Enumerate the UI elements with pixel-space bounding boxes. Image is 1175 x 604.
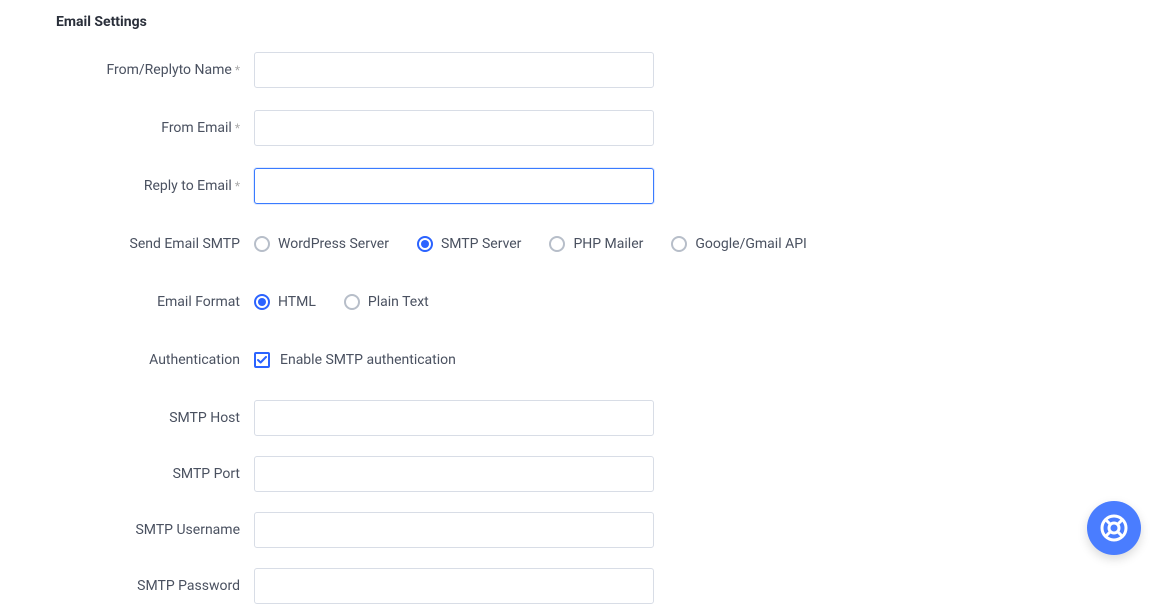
label-send-smtp: Send Email SMTP [56, 236, 254, 252]
row-smtp-port: SMTP Port [56, 456, 1175, 492]
label-email-format: Email Format [56, 294, 254, 310]
checkbox-enable-smtp-auth[interactable]: Enable SMTP authentication [254, 352, 456, 368]
input-smtp-host[interactable] [254, 400, 654, 436]
input-from-email[interactable] [254, 110, 654, 146]
row-smtp-password: SMTP Password [56, 568, 1175, 604]
label-authentication: Authentication [56, 352, 254, 368]
input-smtp-port[interactable] [254, 456, 654, 492]
row-authentication: Authentication Enable SMTP authenticatio… [56, 342, 1175, 378]
label-smtp-host: SMTP Host [56, 410, 254, 426]
row-reply-email: Reply to Email* [56, 168, 1175, 204]
row-from-name: From/Replyto Name* [56, 52, 1175, 88]
row-send-smtp: Send Email SMTP WordPress Server SMTP Se… [56, 226, 1175, 262]
radio-wordpress-server[interactable]: WordPress Server [254, 236, 389, 252]
section-title: Email Settings [56, 14, 1175, 30]
radio-google-gmail-api[interactable]: Google/Gmail API [671, 236, 806, 252]
radio-php-mailer[interactable]: PHP Mailer [549, 236, 643, 252]
input-from-name[interactable] [254, 52, 654, 88]
row-smtp-host: SMTP Host [56, 400, 1175, 436]
input-smtp-password[interactable] [254, 568, 654, 604]
label-from-name: From/Replyto Name* [56, 62, 254, 78]
input-reply-email[interactable] [254, 168, 654, 204]
radio-plain-text[interactable]: Plain Text [344, 294, 429, 310]
radio-smtp-server[interactable]: SMTP Server [417, 236, 521, 252]
input-smtp-username[interactable] [254, 512, 654, 548]
check-icon [257, 356, 267, 364]
lifebuoy-icon [1099, 513, 1129, 543]
row-from-email: From Email* [56, 110, 1175, 146]
row-smtp-username: SMTP Username [56, 512, 1175, 548]
label-smtp-port: SMTP Port [56, 466, 254, 482]
label-from-email: From Email* [56, 120, 254, 136]
label-smtp-password: SMTP Password [56, 578, 254, 594]
label-reply-email: Reply to Email* [56, 178, 254, 194]
radio-html[interactable]: HTML [254, 294, 316, 310]
help-button[interactable] [1087, 501, 1141, 555]
row-email-format: Email Format HTML Plain Text [56, 284, 1175, 320]
label-smtp-username: SMTP Username [56, 522, 254, 538]
